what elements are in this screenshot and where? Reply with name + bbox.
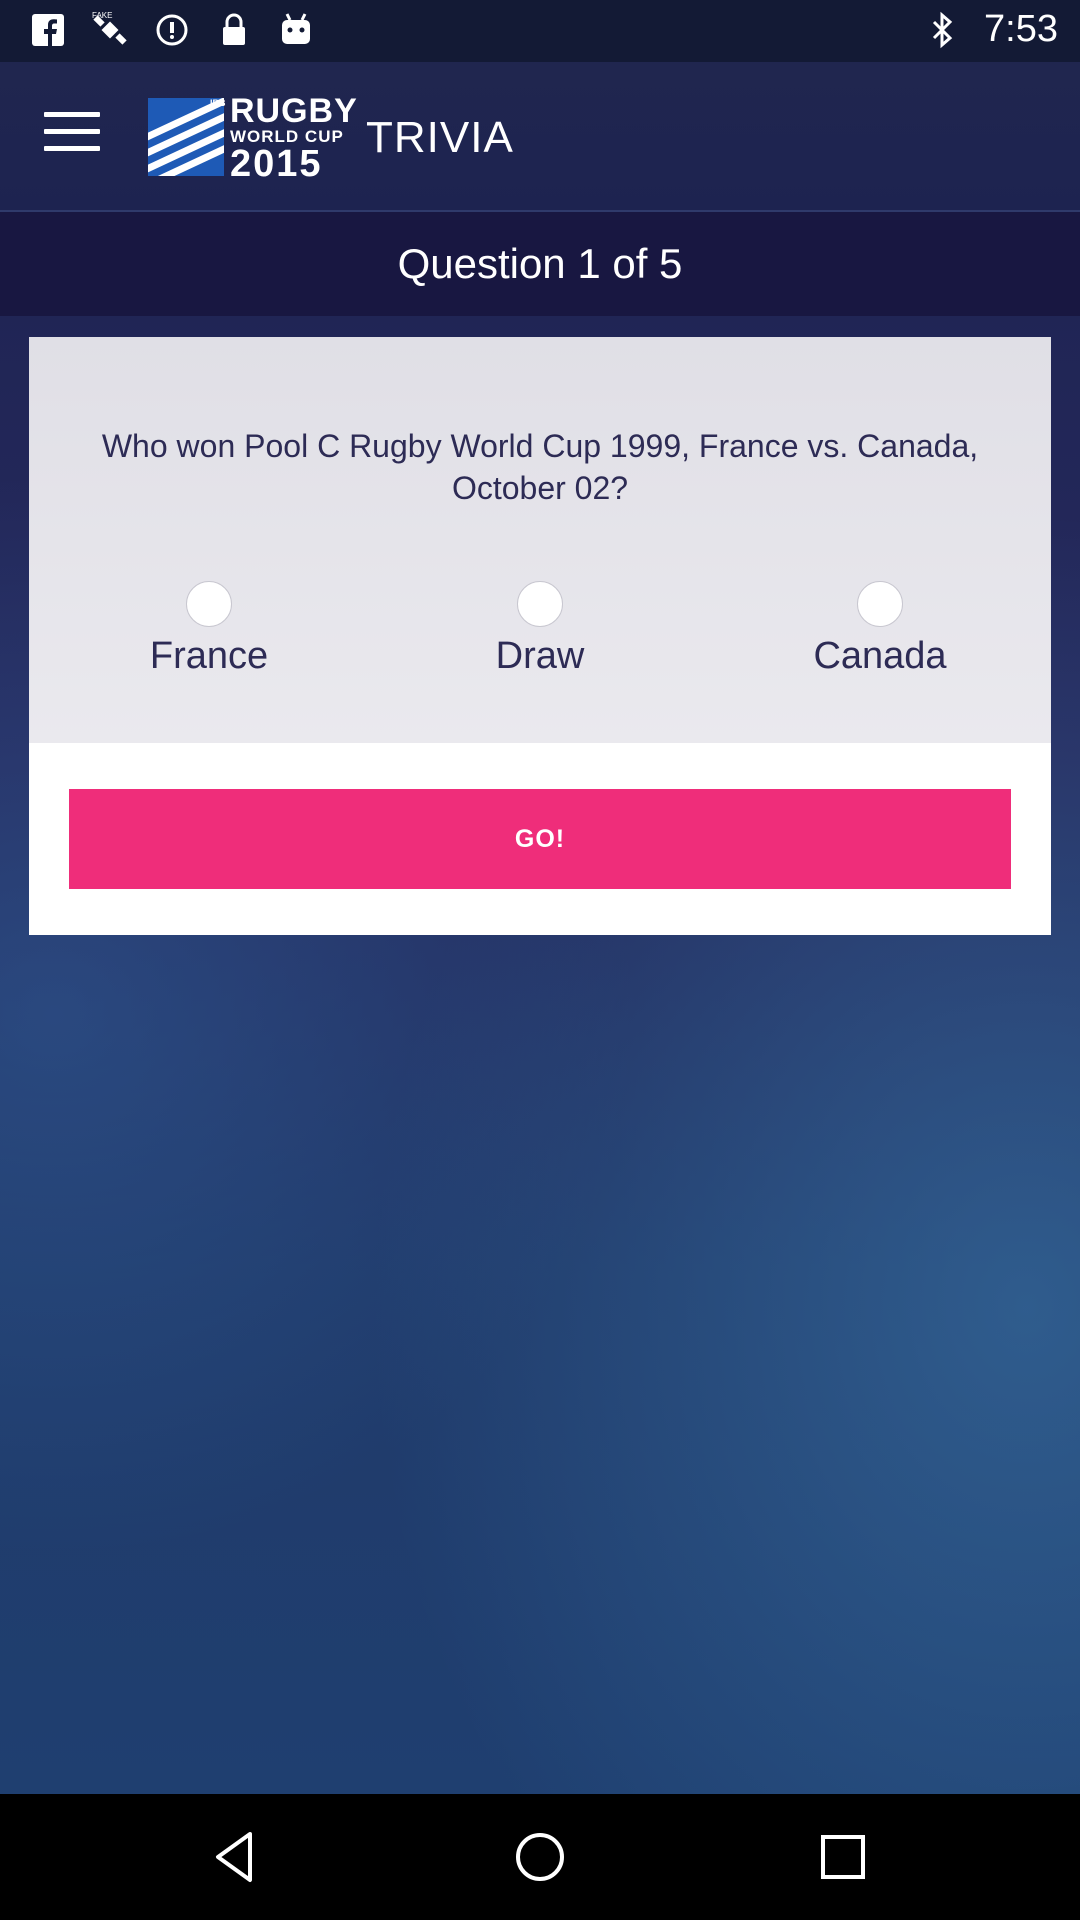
go-button[interactable]: GO! — [69, 789, 1011, 889]
option-draw[interactable]: Draw — [420, 581, 660, 678]
back-icon[interactable] — [204, 1824, 270, 1890]
status-time: 7:53 — [984, 8, 1058, 50]
navigation-bar — [0, 1794, 1080, 1920]
status-right-icons: 7:53 — [922, 8, 1058, 51]
logo-mark — [148, 98, 224, 176]
question-progress-label: Question 1 of 5 — [397, 240, 683, 287]
radio-button[interactable] — [517, 581, 563, 627]
logo-text: RUGBY WORLD CUP 2015 — [230, 94, 358, 183]
option-label: Canada — [813, 635, 947, 677]
option-label: Draw — [495, 635, 585, 677]
option-canada[interactable]: Canada — [760, 581, 1000, 678]
recents-icon[interactable] — [810, 1824, 876, 1890]
logo-line3: 2015 — [230, 143, 323, 185]
logo-irb: IRB — [210, 98, 226, 108]
svg-text:FAKE: FAKE — [92, 11, 112, 20]
question-card: Who won Pool C Rugby World Cup 1999, Fra… — [29, 337, 1051, 935]
question-progress-header: Question 1 of 5 — [0, 212, 1080, 316]
rugby-world-cup-logo: RUGBY WORLD CUP 2015 IRB — [148, 36, 357, 183]
question-text: Who won Pool C Rugby World Cup 1999, Fra… — [101, 428, 979, 506]
option-france[interactable]: France — [89, 581, 329, 678]
radio-button[interactable] — [857, 581, 903, 627]
option-label: France — [149, 635, 269, 677]
bluetooth-icon — [922, 10, 962, 50]
logo-line1: RUGBY — [230, 92, 358, 130]
home-icon[interactable] — [507, 1824, 573, 1890]
app-title: TRIVIA — [366, 113, 514, 162]
radio-button[interactable] — [186, 581, 232, 627]
fake-gps-icon: FAKE — [90, 10, 130, 50]
menu-icon[interactable] — [44, 112, 100, 160]
question-panel: Who won Pool C Rugby World Cup 1999, Fra… — [29, 337, 1051, 743]
facebook-icon — [28, 10, 68, 50]
